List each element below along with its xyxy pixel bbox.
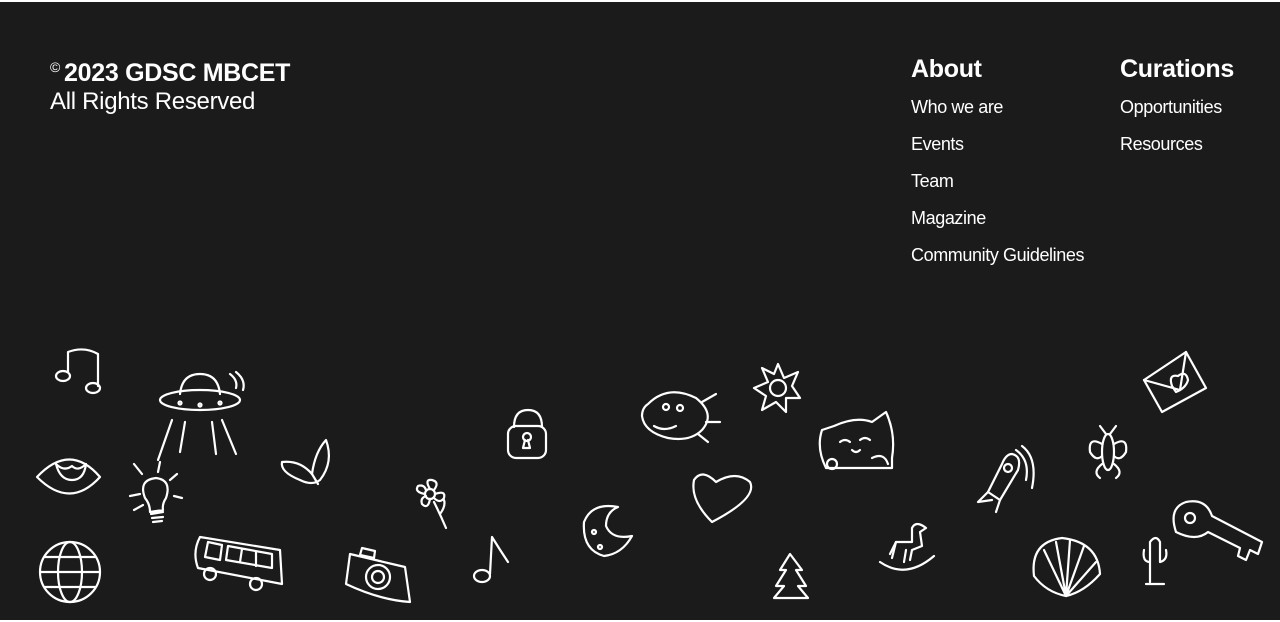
sun-icon	[752, 362, 802, 414]
fish-icon	[640, 391, 722, 444]
cactus-icon	[1142, 536, 1168, 586]
music-note-icon	[54, 348, 102, 395]
eighth-note-icon	[472, 535, 510, 584]
about-links: Who we are Events Team Magazine Communit…	[911, 95, 1084, 280]
about-link-item: Community Guidelines	[911, 243, 1084, 280]
copyright-symbol: ©	[50, 59, 61, 75]
bus-icon	[194, 535, 284, 592]
copyright-block: © 2023 GDSC MBCET All Rights Reserved	[50, 52, 290, 116]
curations-links: Opportunities Resources	[1120, 95, 1234, 169]
about-link-item: Events	[911, 132, 1084, 169]
lightbulb-icon	[128, 460, 184, 524]
seashell-icon	[1032, 536, 1102, 598]
opportunities-link[interactable]: Opportunities	[1120, 95, 1222, 119]
about-heading: About	[911, 55, 982, 83]
pine-tree-icon	[772, 552, 810, 600]
community-guidelines-link[interactable]: Community Guidelines	[911, 243, 1084, 267]
butterfly-icon	[280, 438, 331, 486]
about-column: About Who we are Events Team Magazine Co…	[911, 54, 1084, 280]
moon-icon	[582, 504, 634, 558]
cat-icon	[818, 410, 895, 471]
rocket-icon	[976, 444, 1035, 514]
camera-icon	[344, 546, 412, 604]
rocking-horse-icon	[878, 522, 936, 571]
flower-icon	[415, 478, 448, 530]
about-link-item: Magazine	[911, 206, 1084, 243]
eye-icon	[35, 458, 102, 495]
site-footer: © 2023 GDSC MBCET All Rights Reserved Abo…	[0, 2, 1280, 620]
magazine-link[interactable]: Magazine	[911, 206, 986, 230]
resources-link[interactable]: Resources	[1120, 132, 1203, 156]
curations-heading: Curations	[1120, 55, 1234, 83]
curations-link-item: Opportunities	[1120, 95, 1234, 132]
bee-icon	[1088, 424, 1128, 480]
heart-icon	[692, 473, 753, 524]
envelope-icon	[1142, 350, 1208, 414]
globe-icon	[38, 540, 102, 604]
key-icon	[1172, 500, 1264, 562]
copyright-line: © 2023 GDSC MBCET	[50, 52, 290, 88]
ufo-icon	[156, 370, 245, 462]
events-link[interactable]: Events	[911, 132, 964, 156]
about-link-item: Team	[911, 169, 1084, 206]
padlock-icon	[506, 408, 548, 460]
who-we-are-link[interactable]: Who we are	[911, 95, 1003, 119]
team-link[interactable]: Team	[911, 169, 954, 193]
rights-reserved-text: All Rights Reserved	[50, 88, 256, 115]
about-link-item: Who we are	[911, 95, 1084, 132]
copyright-text: 2023 GDSC MBCET	[64, 59, 291, 87]
curations-link-item: Resources	[1120, 132, 1234, 169]
curations-column: Curations Opportunities Resources	[1120, 54, 1234, 169]
